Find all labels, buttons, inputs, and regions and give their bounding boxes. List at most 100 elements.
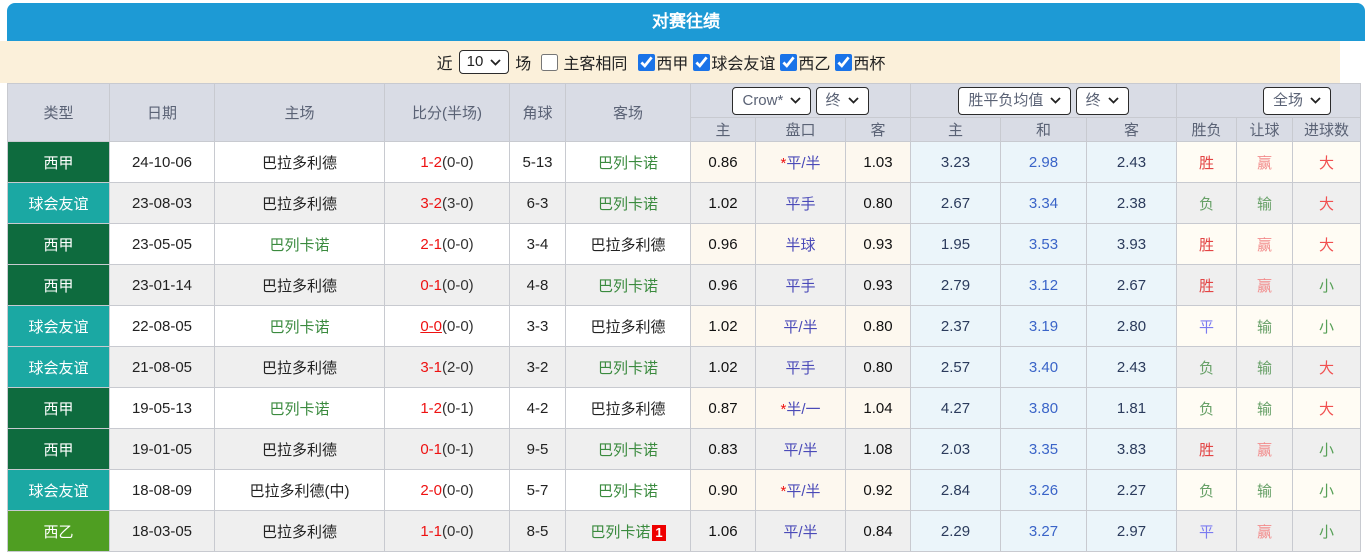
league-label-1: 球会友谊 <box>711 56 776 73</box>
odds-handicap-cell: *半/一 <box>755 387 846 429</box>
sub-header-avg-away: 客 <box>1086 117 1177 142</box>
avg-home: 2.84 <box>910 469 1001 511</box>
result-outcome: 平 <box>1176 510 1237 552</box>
odds-handicap: 平/半 <box>783 441 818 459</box>
sub-header-outcome: 胜负 <box>1176 117 1237 142</box>
table-row: 球会友谊 18-08-09 巴拉多利德(中) 2-0(0-0) 5-7 巴列卡诺… <box>7 469 1361 511</box>
away-cell: 巴列卡诺 <box>565 428 691 470</box>
odds-handicap-cell: *平/半 <box>755 141 846 183</box>
avg-away: 2.97 <box>1086 510 1177 552</box>
avg-time-select[interactable]: 终 <box>1075 86 1129 115</box>
result-handicap: 输 <box>1236 469 1293 511</box>
result-handicap: 输 <box>1236 305 1293 347</box>
result-goals: 小 <box>1292 264 1361 306</box>
avg-away: 3.93 <box>1086 223 1177 265</box>
match-type-badge: 球会友谊 <box>7 469 110 511</box>
score-cell: 2-0(0-0) <box>384 469 510 511</box>
sub-header-avg-home: 主 <box>910 117 1001 142</box>
result-group-header: 全场 <box>1176 83 1361 118</box>
score-cell: 2-1(0-0) <box>384 223 510 265</box>
odds-away: 1.08 <box>845 428 911 470</box>
home-team: 巴拉多利德 <box>214 346 385 388</box>
recent-count-value: 10 <box>466 53 484 70</box>
same-venue-checkbox[interactable] <box>541 53 559 71</box>
odds-away: 0.84 <box>845 510 911 552</box>
odds-group-header: Crow* 终 <box>690 83 911 118</box>
corner-count: 3-2 <box>509 346 566 388</box>
result-handicap: 赢 <box>1236 510 1293 552</box>
chevron-down-icon <box>490 58 501 66</box>
odds-away: 0.80 <box>845 346 911 388</box>
odds-home: 0.83 <box>690 428 756 470</box>
head-to-head-widget: 对赛往绩 近 10 场 主客相同 西甲 球会友谊 西乙 西杯 类型 日期 主场 比分(… <box>0 3 1365 552</box>
match-date: 19-05-13 <box>109 387 215 429</box>
fulltime-score: 2-1 <box>420 235 442 253</box>
result-handicap: 输 <box>1236 182 1293 224</box>
away-team: 巴列卡诺 <box>590 523 651 541</box>
odds-handicap-cell: 平手 <box>755 182 846 224</box>
avg-draw: 3.40 <box>1000 346 1087 388</box>
sub-header-handicap-result: 让球 <box>1236 117 1293 142</box>
chevron-down-icon <box>1107 97 1119 104</box>
result-handicap: 赢 <box>1236 141 1293 183</box>
odds-home: 0.86 <box>690 141 756 183</box>
away-team: 巴列卡诺 <box>597 359 658 377</box>
result-handicap: 输 <box>1236 346 1293 388</box>
result-handicap: 输 <box>1236 387 1293 429</box>
odds-handicap: 平/半 <box>783 523 818 541</box>
odds-handicap: 平手 <box>785 277 816 295</box>
league-checkbox-0[interactable] <box>638 53 656 71</box>
away-cell: 巴列卡诺 <box>565 346 691 388</box>
league-checkbox-3[interactable] <box>835 53 853 71</box>
avg-home: 4.27 <box>910 387 1001 429</box>
corner-count: 4-8 <box>509 264 566 306</box>
match-type-badge: 球会友谊 <box>7 346 110 388</box>
score-cell: 0-1(0-0) <box>384 264 510 306</box>
fulltime-score: 0-1 <box>420 276 442 294</box>
corner-count: 9-5 <box>509 428 566 470</box>
odds-time-select[interactable]: 终 <box>815 86 869 115</box>
sub-header-odds-handicap: 盘口 <box>755 117 846 142</box>
chevron-down-icon <box>790 97 801 104</box>
league-checkbox-2[interactable] <box>780 53 798 71</box>
col-header-home: 主场 <box>214 83 385 142</box>
league-checkbox-1[interactable] <box>693 53 711 71</box>
away-cell: 巴拉多利德 <box>565 223 691 265</box>
avg-draw: 3.27 <box>1000 510 1087 552</box>
away-team: 巴列卡诺 <box>597 277 658 295</box>
match-type-badge: 西甲 <box>7 264 110 306</box>
away-team: 巴拉多利德 <box>590 318 666 336</box>
sub-header-odds-away: 客 <box>845 117 911 142</box>
col-header-date: 日期 <box>109 83 215 142</box>
league-label-3: 西杯 <box>853 56 886 73</box>
match-date: 19-01-05 <box>109 428 215 470</box>
chevron-down-icon <box>1050 97 1062 104</box>
score-cell: 3-2(3-0) <box>384 182 510 224</box>
home-team: 巴拉多利德 <box>214 264 385 306</box>
halftime-score: (0-1) <box>442 440 474 458</box>
avg-type-select[interactable]: 胜平负均值 <box>958 86 1072 115</box>
odds-provider-select[interactable]: Crow* <box>732 86 812 115</box>
away-cell: 巴列卡诺 <box>565 264 691 306</box>
table-row: 球会友谊 23-08-03 巴拉多利德 3-2(3-0) 6-3 巴列卡诺 1.… <box>7 182 1361 224</box>
odds-handicap-cell: 平手 <box>755 264 846 306</box>
same-venue-label: 主客相同 <box>563 56 628 73</box>
scope-select[interactable]: 全场 <box>1262 86 1331 115</box>
corner-count: 5-7 <box>509 469 566 511</box>
avg-draw: 3.53 <box>1000 223 1087 265</box>
match-type-badge: 球会友谊 <box>7 305 110 347</box>
sub-header-odds-home: 主 <box>690 117 756 142</box>
odds-handicap-cell: 半球 <box>755 223 846 265</box>
result-handicap: 赢 <box>1236 223 1293 265</box>
result-outcome: 负 <box>1176 387 1237 429</box>
match-type-badge: 西甲 <box>7 387 110 429</box>
avg-draw: 2.98 <box>1000 141 1087 183</box>
odds-away: 0.92 <box>845 469 911 511</box>
league-label-0: 西甲 <box>656 56 689 73</box>
avg-away: 2.43 <box>1086 346 1177 388</box>
fulltime-score: 0-1 <box>420 440 442 458</box>
avg-time-value: 终 <box>1085 91 1101 109</box>
odds-provider-value: Crow* <box>742 91 784 109</box>
recent-count-select[interactable]: 10 <box>458 50 510 74</box>
sub-header-avg-draw: 和 <box>1000 117 1087 142</box>
